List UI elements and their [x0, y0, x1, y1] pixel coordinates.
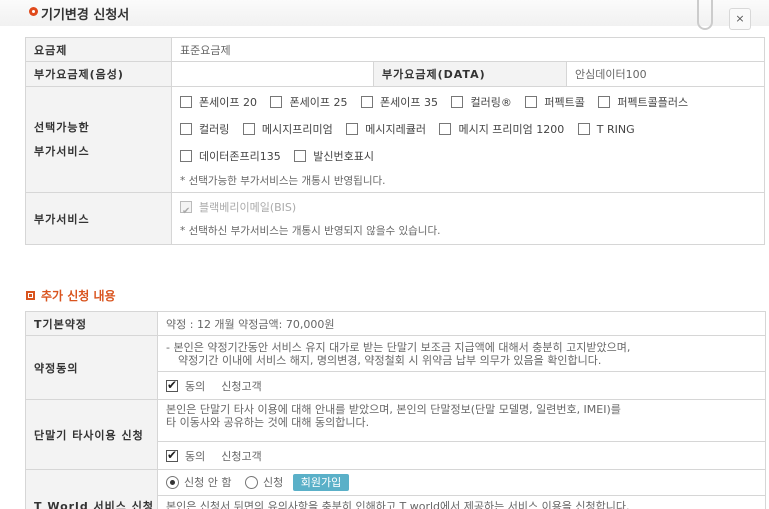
- agreement-consent: 동의신청고객: [157, 371, 766, 400]
- tworld-text: 본인은 신청서 뒤면의 유의사항을 충분히 인해하고 T world에서 제공하…: [157, 495, 766, 509]
- checkbox[interactable]: [598, 96, 611, 108]
- service-option[interactable]: 폰세이프 25: [270, 89, 347, 116]
- device-use-text: 본인은 단말기 타사 이용에 대해 안내를 받았으며, 본인의 단말정보(단말 …: [157, 399, 766, 442]
- service-row: 컬러링 메시지프리미엄 메시지레큘러 메시지 프리미엄 1200 T RING: [180, 116, 764, 143]
- checkbox[interactable]: [451, 96, 464, 108]
- voice-addon-label: 부가요금제(음성): [25, 61, 172, 87]
- service-row: 데이터존프리135 발신번호표시: [180, 143, 764, 170]
- voice-addon-value: [171, 61, 374, 87]
- plan-table: 요금제 표준요금제 부가요금제(음성) 부가요금제(DATA) 안심데이터100…: [25, 37, 765, 245]
- data-addon-label: 부가요금제(DATA): [373, 61, 567, 87]
- checkbox[interactable]: [180, 123, 192, 135]
- checkbox[interactable]: [346, 123, 359, 135]
- checkbox[interactable]: [294, 150, 307, 162]
- checkbox[interactable]: [242, 123, 255, 135]
- service-option[interactable]: 메시지 프리미엄 1200: [439, 116, 564, 143]
- tworld-label: T World 서비스 신청: [25, 469, 158, 509]
- addon-service-cell: 블랙베리이메일(BIS) * 선택하신 부가서비스는 개통시 반영되지 않을수 …: [171, 192, 765, 245]
- selectable-note: * 선택가능한 부가서비스는 개통시 반영됩니다.: [180, 175, 386, 187]
- service-option[interactable]: 메시지프리미엄: [242, 116, 333, 143]
- selectable-services-label: 선택가능한 부가서비스: [25, 86, 172, 193]
- addon-service-label: 부가서비스: [25, 192, 172, 245]
- contract-label: T기본약정: [25, 311, 158, 336]
- service-option[interactable]: 폰세이프 35: [360, 89, 438, 116]
- agree-checkbox[interactable]: [166, 378, 178, 392]
- checkbox[interactable]: [439, 123, 452, 135]
- agreement-text: - 본인은 약정기간동안 서비스 유지 대가로 받는 단말기 보조금 지급액에 …: [157, 335, 766, 372]
- selectable-label-line2: 부가서비스: [34, 144, 90, 158]
- window-title: 기기변경 신청서: [41, 8, 130, 23]
- addon-service-item: 블랙베리이메일(BIS): [180, 196, 764, 224]
- no-apply-radio[interactable]: [166, 476, 179, 489]
- checkbox[interactable]: [577, 123, 590, 135]
- close-button[interactable]: ×: [729, 8, 751, 30]
- selectable-services-cell: 폰세이프 20 폰세이프 25 폰세이프 35 컬러링® 퍼펙트콜 퍼펙트콜플러…: [171, 86, 765, 193]
- service-option[interactable]: 컬러링®: [451, 89, 512, 116]
- checkbox[interactable]: [360, 96, 373, 108]
- join-button[interactable]: 회원가입: [292, 474, 350, 491]
- checkbox[interactable]: [525, 96, 538, 108]
- service-option[interactable]: 데이터존프리135: [180, 143, 281, 170]
- data-addon-value: 안심데이터100: [566, 61, 765, 87]
- service-option[interactable]: 퍼펙트콜: [525, 89, 585, 116]
- section-title: 추가 신청 내용: [26, 287, 116, 304]
- agree-checkbox[interactable]: [166, 448, 178, 462]
- device-use-consent: 동의신청고객: [157, 441, 766, 470]
- title-bar: 기기변경 신청서: [0, 0, 769, 26]
- section-square-icon: [26, 291, 35, 300]
- service-option[interactable]: T RING: [577, 116, 635, 143]
- checkbox[interactable]: [180, 96, 192, 108]
- tworld-options: 신청 안 함 신청 회원가입: [157, 469, 766, 496]
- plan-label: 요금제: [25, 37, 172, 62]
- service-option[interactable]: 컬러링: [180, 116, 229, 143]
- service-option[interactable]: 폰세이프 20: [180, 89, 257, 116]
- checkbox-disabled: [180, 200, 192, 224]
- plan-value: 표준요금제: [171, 37, 765, 62]
- addon-service-note: * 선택하신 부가서비스는 개통시 반영되지 않을수 있습니다.: [180, 224, 441, 237]
- service-row: 폰세이프 20 폰세이프 25 폰세이프 35 컬러링® 퍼펙트콜 퍼펙트콜플러…: [180, 89, 764, 116]
- apply-radio[interactable]: [244, 476, 258, 489]
- checkbox[interactable]: [180, 150, 192, 162]
- service-option[interactable]: 퍼펙트콜플러스: [598, 89, 688, 116]
- contract-value: 약정 : 12 개월 약정금액: 70,000원: [157, 311, 766, 336]
- device-use-label: 단말기 타사이용 신청: [25, 399, 158, 470]
- selectable-label-line1: 선택가능한: [34, 120, 90, 134]
- agreement-label: 약정동의: [25, 335, 158, 400]
- service-option[interactable]: 메시지레큘러: [346, 116, 426, 143]
- additional-table: T기본약정 약정 : 12 개월 약정금액: 70,000원 약정동의 - 본인…: [25, 311, 766, 509]
- service-option[interactable]: 발신번호표시: [294, 143, 374, 170]
- paper-clip-icon: [697, 0, 713, 30]
- checkbox[interactable]: [270, 96, 283, 108]
- title-bullet-icon: [29, 7, 38, 16]
